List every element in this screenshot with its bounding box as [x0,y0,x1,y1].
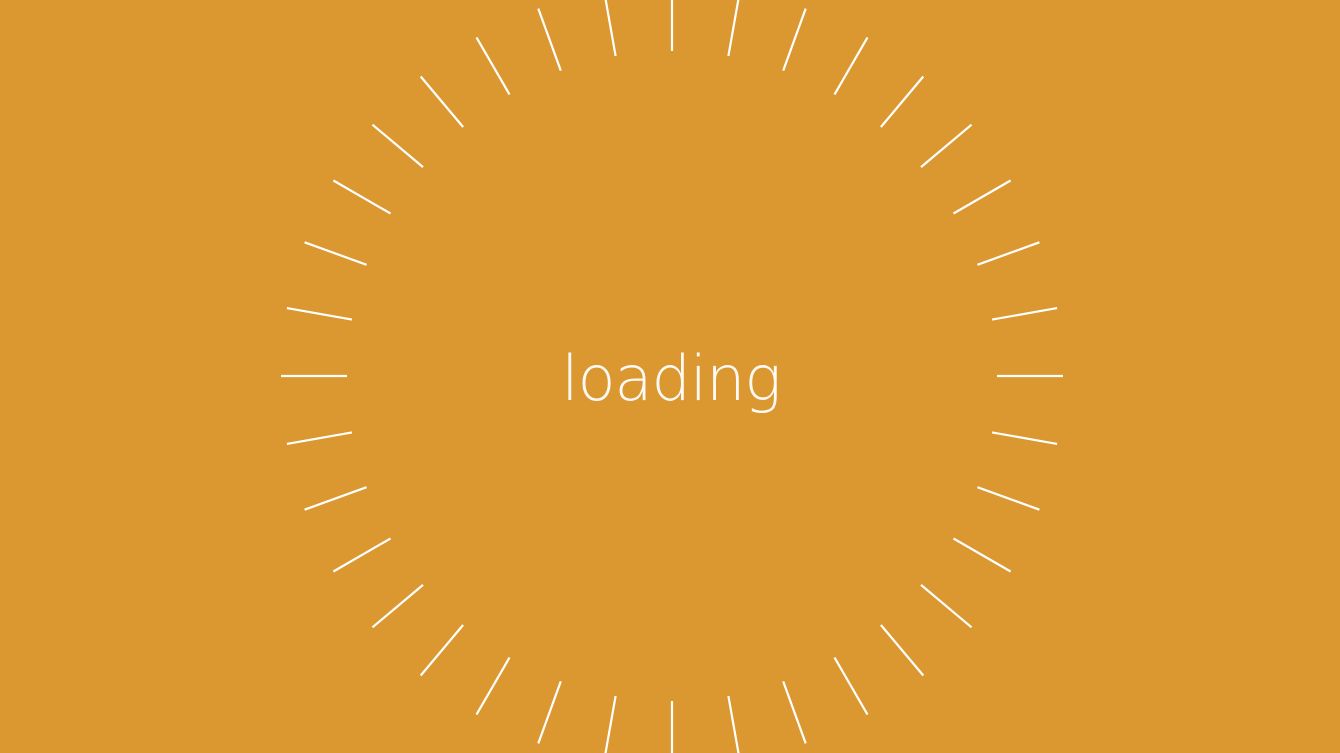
spinner-tick [920,584,973,629]
spinner-tick [880,75,925,128]
spinner-tick [304,241,367,266]
spinner-tick [332,179,392,215]
spinner-tick [880,624,925,677]
spinner-tick [371,123,424,168]
spinner-tick [991,307,1058,321]
spinner-tick [332,537,392,573]
spinner-tick [727,0,740,57]
spinner-tick [991,431,1058,445]
spinner-tick [952,537,1012,573]
spinner-tick [475,656,511,716]
spinner-tick [604,0,617,57]
spinner-tick [727,695,740,753]
spinner-tick [419,624,464,677]
spinner-tick [952,179,1012,215]
spinner-tick [920,123,973,168]
spinner-tick [537,8,562,71]
spinner-tick [604,695,617,753]
loading-screen: loading [0,0,1340,753]
spinner-tick [419,75,464,128]
spinner-tick [371,584,424,629]
spinner-tick [304,486,367,511]
spinner-tick [833,656,869,716]
loading-label: loading [561,342,781,415]
spinner-tick [977,486,1040,511]
spinner-tick [537,681,562,744]
spinner-tick [977,241,1040,266]
spinner-tick [833,36,869,96]
spinner-tick [286,431,353,445]
spinner-tick [782,8,807,71]
spinner-tick [782,681,807,744]
spinner-tick [475,36,511,96]
spinner-tick [286,307,353,321]
